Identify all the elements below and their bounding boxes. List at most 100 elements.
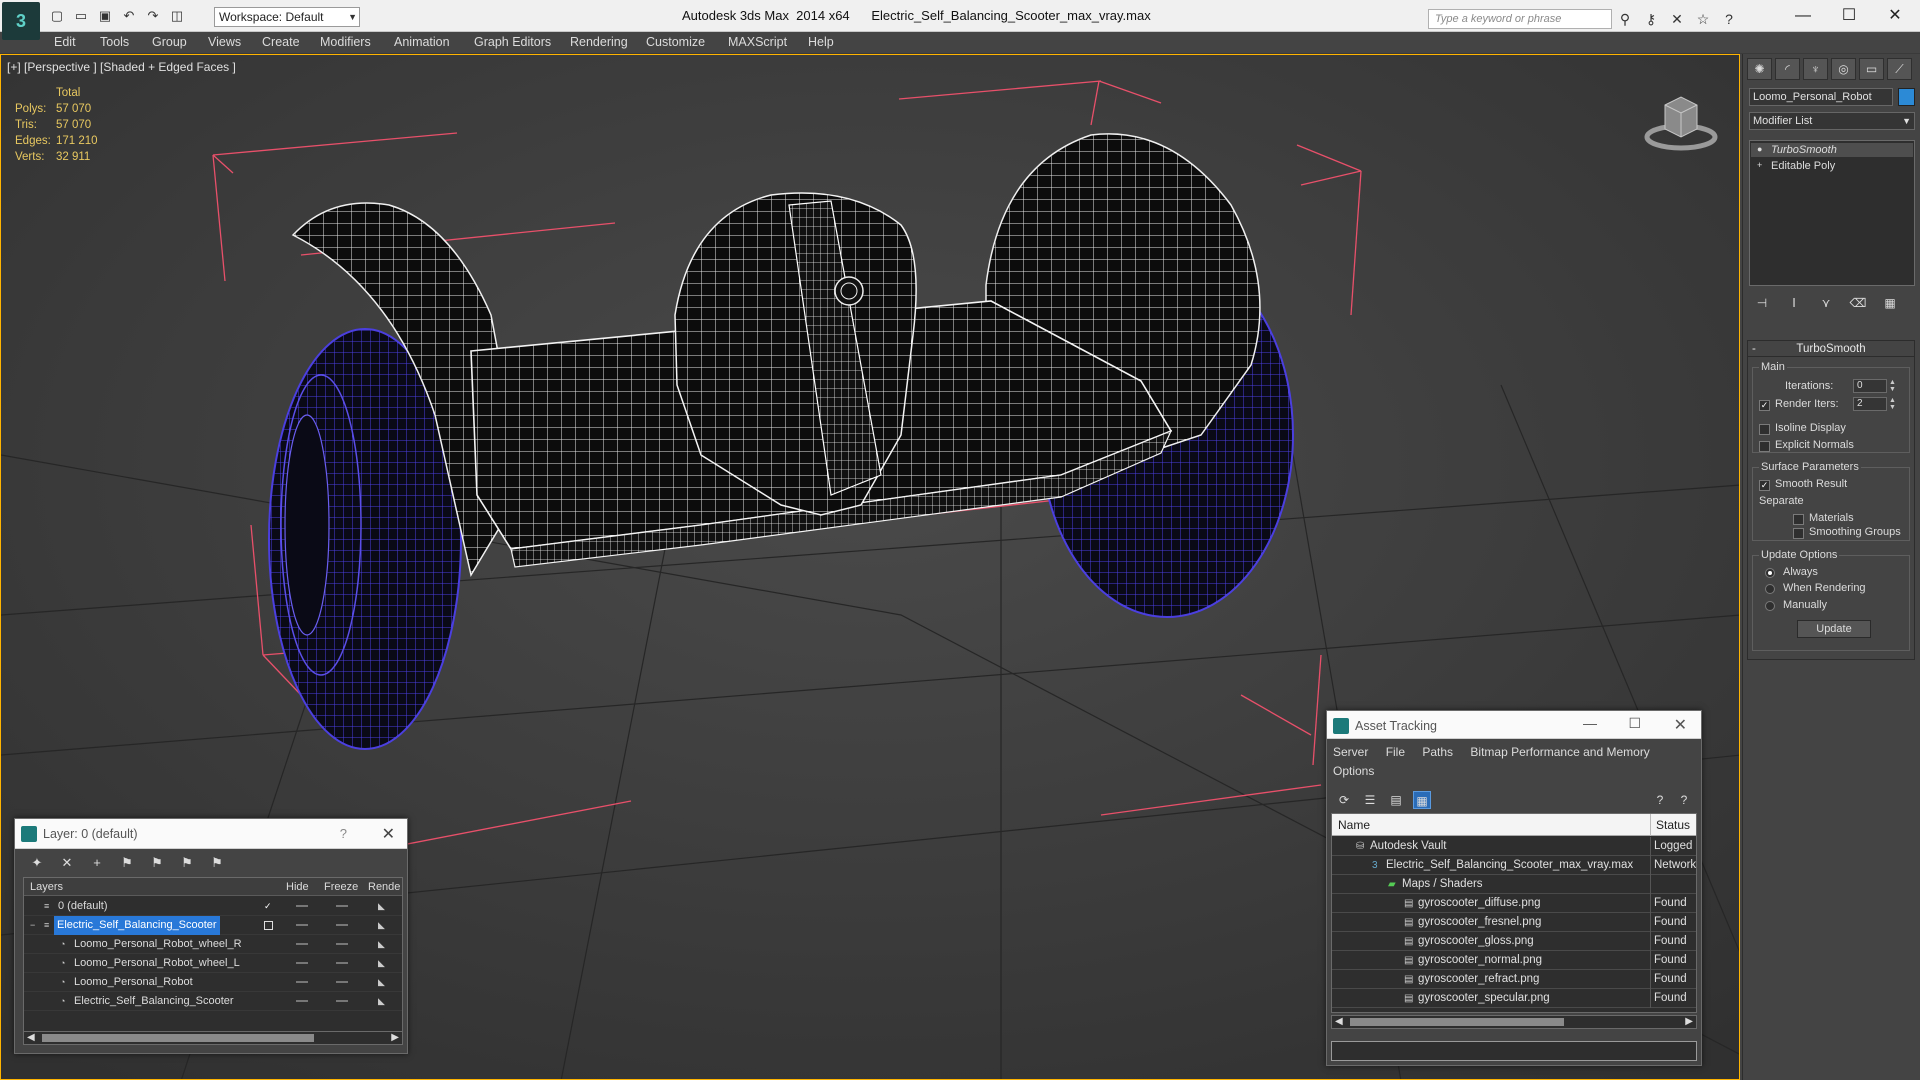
minimize-dialog-button[interactable]: —: [1583, 715, 1597, 731]
select-objects-icon[interactable]: ⚑: [117, 853, 137, 873]
spinner-arrows-icon[interactable]: ▲ ▼: [1889, 379, 1897, 393]
create-tab-icon[interactable]: ✺: [1747, 58, 1772, 80]
render-iters-checkbox[interactable]: ✓: [1759, 400, 1770, 411]
help-search-input[interactable]: Type a keyword or phrase: [1428, 9, 1612, 29]
asset-row[interactable]: ⛁ Autodesk Vault Logged: [1332, 837, 1696, 856]
col-render[interactable]: Rende: [368, 878, 400, 896]
scrollbar-thumb[interactable]: [42, 1034, 314, 1042]
isoline-display-checkbox[interactable]: [1759, 424, 1770, 435]
list-view-icon[interactable]: ☰: [1361, 791, 1379, 809]
remove-modifier-icon[interactable]: ⌫: [1849, 294, 1867, 312]
modifier-stack[interactable]: ● TurboSmooth + Editable Poly: [1749, 140, 1915, 286]
hide-toggle[interactable]: [296, 924, 308, 926]
update-always-radio[interactable]: [1765, 568, 1775, 578]
workspace-dropdown[interactable]: Workspace: Default ▼: [214, 7, 360, 27]
binoculars-icon[interactable]: ⚲: [1616, 10, 1634, 28]
asset-menu-bitmap-performance[interactable]: Bitmap Performance and Memory: [1470, 745, 1649, 759]
asset-menu-file[interactable]: File: [1386, 745, 1405, 759]
freeze-toggle[interactable]: [336, 943, 348, 945]
pin-stack-icon[interactable]: ⊣: [1753, 294, 1771, 312]
object-name-field[interactable]: Loomo_Personal_Robot: [1749, 88, 1893, 106]
hide-toggle[interactable]: [296, 943, 308, 945]
communication-icon[interactable]: ✕: [1668, 10, 1686, 28]
delete-layer-icon[interactable]: ✕: [57, 853, 77, 873]
col-hide[interactable]: Hide: [286, 878, 309, 896]
freeze-toggle[interactable]: [336, 981, 348, 983]
add-to-layer-icon[interactable]: +: [87, 853, 107, 873]
active-layer-check-icon[interactable]: ✓: [264, 902, 273, 911]
vault-settings-icon[interactable]: ?: [1675, 791, 1693, 809]
asset-row[interactable]: ▤ gyroscooter_normal.png Found: [1332, 951, 1696, 970]
hide-toggle[interactable]: [296, 905, 308, 907]
modify-tab-icon[interactable]: ◜: [1775, 58, 1800, 80]
asset-row[interactable]: ▰ Maps / Shaders: [1332, 875, 1696, 894]
layer-dialog-titlebar[interactable]: Layer: 0 (default) ? ✕: [15, 819, 407, 849]
freeze-toggle[interactable]: [336, 924, 348, 926]
menu-maxscript[interactable]: MAXScript: [728, 35, 787, 49]
hide-all-layers-icon[interactable]: ⚑: [177, 853, 197, 873]
asset-horizontal-scrollbar[interactable]: ◀ ▶: [1331, 1015, 1697, 1029]
thumbnail-view-icon[interactable]: ▤: [1387, 791, 1405, 809]
maximize-dialog-button[interactable]: ☐: [1628, 715, 1641, 732]
make-current-box[interactable]: [264, 921, 273, 930]
menu-views[interactable]: Views: [208, 35, 241, 49]
maximize-button[interactable]: ☐: [1826, 4, 1872, 28]
display-tab-icon[interactable]: ▭: [1859, 58, 1884, 80]
collapse-minus-icon[interactable]: −: [30, 921, 39, 930]
minimize-button[interactable]: —: [1780, 4, 1826, 28]
help-button[interactable]: ?: [340, 826, 347, 841]
table-view-icon[interactable]: ▦: [1413, 791, 1431, 809]
menu-modifiers[interactable]: Modifiers: [320, 35, 371, 49]
scroll-left-icon[interactable]: ◀: [27, 1032, 35, 1044]
hide-toggle[interactable]: [296, 1000, 308, 1002]
layer-row[interactable]: ◔ Loomo_Personal_Robot ◣: [24, 973, 402, 992]
expand-plus-icon[interactable]: +: [1757, 160, 1767, 170]
col-layers[interactable]: Layers: [30, 878, 63, 896]
configure-sets-icon[interactable]: ▦: [1881, 294, 1899, 312]
vault-help-icon[interactable]: ?: [1651, 791, 1669, 809]
close-dialog-button[interactable]: ✕: [382, 824, 395, 844]
close-button[interactable]: ✕: [1872, 4, 1918, 28]
refresh-icon[interactable]: ⟳: [1335, 791, 1353, 809]
app-logo-icon[interactable]: 3: [2, 2, 40, 40]
viewport-label[interactable]: [+] [Perspective ] [Shaded + Edged Faces…: [7, 60, 236, 74]
scroll-right-icon[interactable]: ▶: [1685, 1016, 1693, 1028]
menu-group[interactable]: Group: [152, 35, 187, 49]
show-end-result-icon[interactable]: Ⅰ: [1785, 294, 1803, 312]
scroll-left-icon[interactable]: ◀: [1335, 1016, 1343, 1028]
project-folder-icon[interactable]: ◫: [168, 8, 186, 24]
render-teapot-icon[interactable]: ◣: [378, 940, 387, 949]
layer-row[interactable]: ≡ 0 (default) ✓ ◣: [24, 897, 402, 916]
freeze-all-layers-icon[interactable]: ⚑: [207, 853, 227, 873]
asset-row[interactable]: ▤ gyroscooter_refract.png Found: [1332, 970, 1696, 989]
menu-rendering[interactable]: Rendering: [570, 35, 628, 49]
asset-menu-server[interactable]: Server: [1333, 745, 1368, 759]
menu-customize[interactable]: Customize: [646, 35, 705, 49]
asset-row[interactable]: ▤ gyroscooter_specular.png Found: [1332, 989, 1696, 1008]
layer-row[interactable]: ◔ Loomo_Personal_Robot_wheel_L ◣: [24, 954, 402, 973]
hierarchy-tab-icon[interactable]: ♆: [1803, 58, 1828, 80]
render-teapot-icon[interactable]: ◣: [378, 997, 387, 1006]
scroll-right-icon[interactable]: ▶: [391, 1032, 399, 1044]
create-layer-icon[interactable]: ✦: [27, 853, 47, 873]
explicit-normals-checkbox[interactable]: [1759, 441, 1770, 452]
save-file-icon[interactable]: ▣: [96, 8, 114, 24]
update-button[interactable]: Update: [1797, 620, 1871, 638]
new-file-icon[interactable]: ▢: [48, 8, 66, 24]
motion-tab-icon[interactable]: ◎: [1831, 58, 1856, 80]
render-teapot-icon[interactable]: ◣: [378, 978, 387, 987]
hide-toggle[interactable]: [296, 981, 308, 983]
close-dialog-button[interactable]: ✕: [1674, 715, 1687, 735]
redo-icon[interactable]: ↷: [144, 8, 162, 24]
layer-row[interactable]: ◔ Loomo_Personal_Robot_wheel_R ◣: [24, 935, 402, 954]
utilities-tab-icon[interactable]: ⟋: [1887, 58, 1912, 80]
layer-row-selected[interactable]: − ≡ Electric_Self_Balancing_Scooter ◣: [24, 916, 402, 935]
smooth-result-checkbox[interactable]: ✓: [1759, 480, 1770, 491]
spinner-arrows-icon[interactable]: ▲ ▼: [1889, 397, 1897, 411]
undo-icon[interactable]: ↶: [120, 8, 138, 24]
menu-graph-editors[interactable]: Graph Editors: [474, 35, 551, 49]
layer-horizontal-scrollbar[interactable]: ◀ ▶: [23, 1031, 403, 1045]
asset-row[interactable]: ▤ gyroscooter_fresnel.png Found: [1332, 913, 1696, 932]
modifier-list-dropdown[interactable]: Modifier List ▼: [1749, 112, 1915, 130]
menu-edit[interactable]: Edit: [54, 35, 76, 49]
